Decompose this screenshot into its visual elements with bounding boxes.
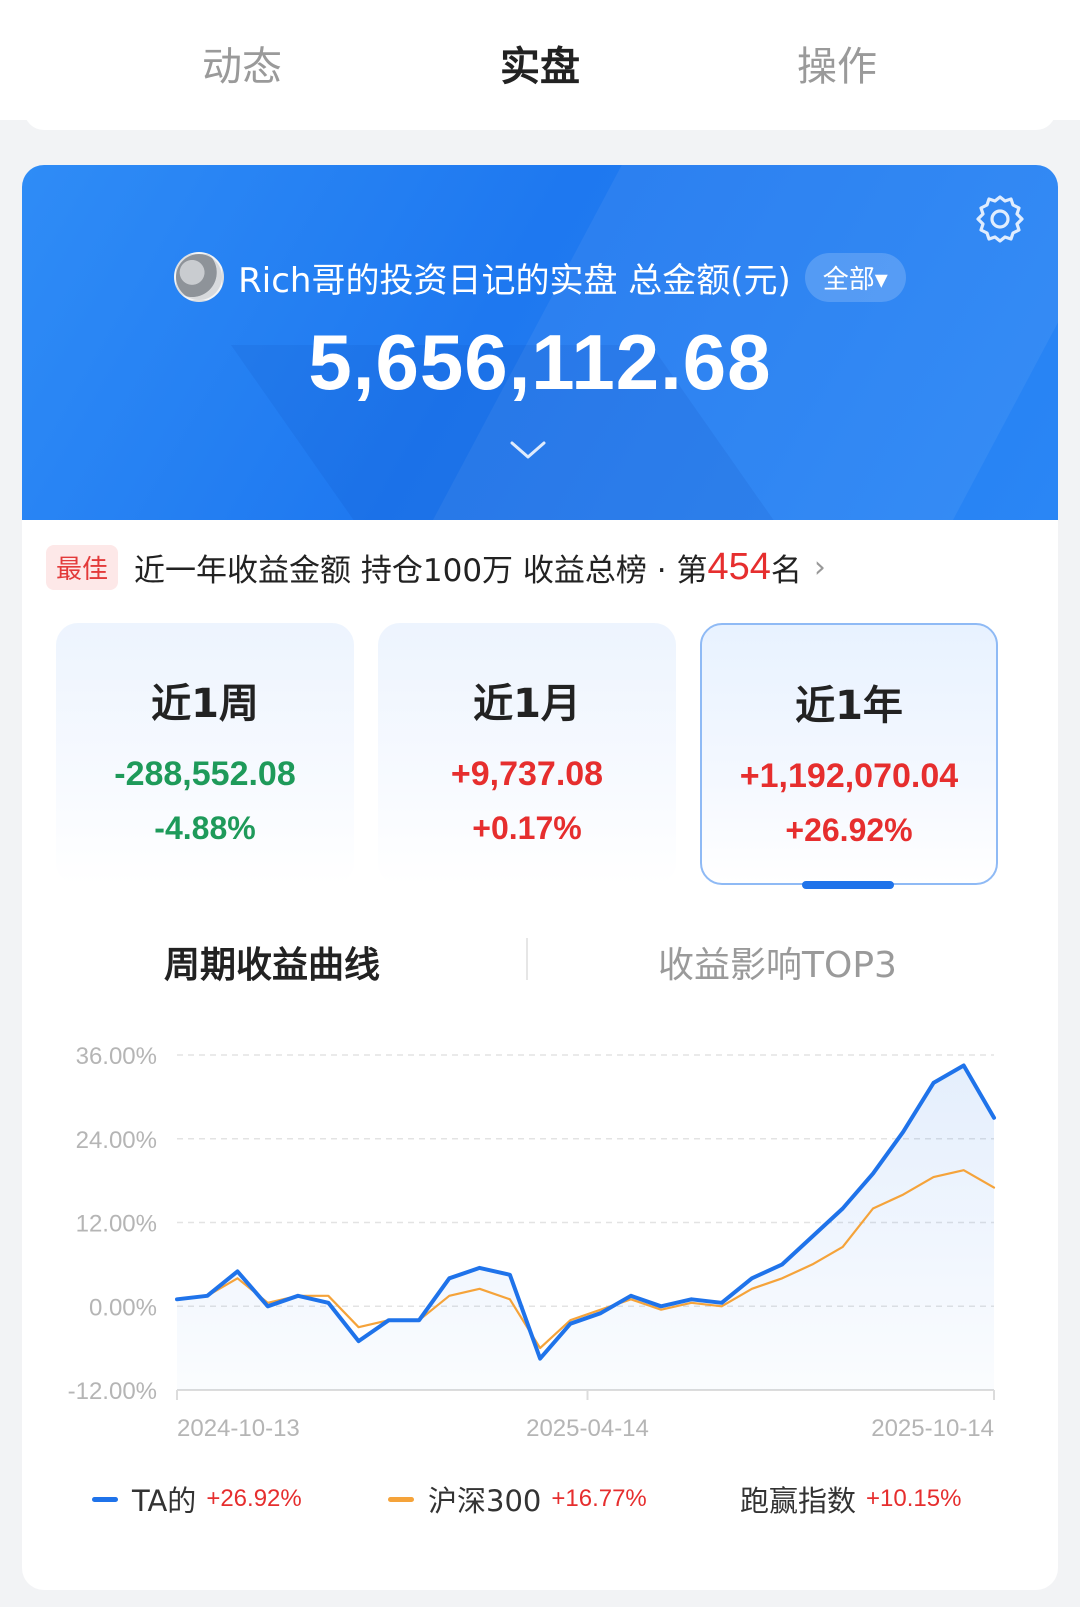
- chevron-down-icon[interactable]: [508, 437, 548, 463]
- y-tick-label: 12.00%: [76, 1211, 157, 1238]
- top-tab-bar: 动态 实盘 操作: [0, 0, 1080, 130]
- settings-gear-icon[interactable]: [974, 193, 1026, 245]
- y-tick-label: 36.00%: [76, 1043, 157, 1070]
- legend-item-excess: 跑赢指数 +10.15%: [740, 1478, 961, 1520]
- period-label: 近1周: [151, 681, 259, 727]
- period-amount: +9,737.08: [450, 755, 604, 793]
- hero-title-row: Rich哥的投资日记的实盘 总金额(元) 全部▾: [22, 250, 1058, 304]
- return-chart: 36.00% 24.00% 12.00% 0.00% -12.00% 2024-10-13…: [22, 1025, 1058, 1445]
- tab-return-curve[interactable]: 周期收益曲线: [164, 936, 380, 988]
- legend-swatch: [92, 1496, 118, 1502]
- chart-tabs: 周期收益曲线 收益影响TOP3: [22, 930, 1058, 990]
- period-amount: +1,192,070.04: [739, 757, 959, 795]
- tab-portfolio[interactable]: 实盘: [440, 34, 640, 92]
- total-amount: 5,656,112.68: [308, 318, 772, 406]
- tab-divider: [526, 938, 528, 980]
- tab-operations[interactable]: 操作: [737, 34, 937, 92]
- legend-label: 跑赢指数: [740, 1484, 857, 1518]
- legend-swatch: [388, 1496, 414, 1502]
- tab-dynamics[interactable]: 动态: [142, 34, 342, 92]
- avatar[interactable]: [174, 252, 225, 302]
- period-card-month[interactable]: 近1月 +9,737.08 +0.17%: [378, 623, 676, 885]
- selected-period-indicator: [802, 881, 894, 889]
- y-tick-label: -12.00%: [68, 1378, 157, 1405]
- best-badge: 最佳: [46, 544, 119, 590]
- period-percent: -4.88%: [154, 810, 256, 846]
- portfolio-card: Rich哥的投资日记的实盘 总金额(元) 全部▾ 5,656,112.68 最佳…: [22, 165, 1058, 1590]
- ranking-number: 454: [707, 545, 771, 588]
- chart-legend: TA的 +26.92% 沪深300 +16.77% 跑赢指数 +10.15%: [22, 1470, 1058, 1520]
- series-area-fill: [177, 1065, 994, 1390]
- period-card-year[interactable]: 近1年 +1,192,070.04 +26.92%: [700, 623, 998, 885]
- ranking-suffix: 名: [770, 552, 802, 589]
- legend-label: TA的: [132, 1484, 197, 1518]
- y-tick-label: 24.00%: [76, 1127, 157, 1154]
- legend-item-mine: TA的 +26.92%: [92, 1478, 302, 1520]
- legend-value: +26.92%: [206, 1485, 302, 1512]
- period-percent: +26.92%: [785, 812, 913, 848]
- period-card-week[interactable]: 近1周 -288,552.08 -4.88%: [56, 623, 354, 885]
- legend-label: 沪深300: [428, 1484, 542, 1518]
- period-label: 近1年: [795, 683, 903, 729]
- scope-dropdown[interactable]: 全部▾: [804, 252, 906, 302]
- ranking-row[interactable]: 最佳 近一年收益金额 持仓100万 收益总榜 · 第 454 名 ›: [46, 543, 826, 591]
- tab-bar-edge: [24, 110, 1056, 130]
- x-tick-label: 2025-04-14: [526, 1415, 649, 1442]
- period-label: 近1月: [473, 681, 581, 727]
- legend-value: +16.77%: [551, 1485, 647, 1512]
- x-tick-label: 2024-10-13: [177, 1415, 300, 1442]
- portfolio-hero: Rich哥的投资日记的实盘 总金额(元) 全部▾ 5,656,112.68: [22, 165, 1058, 520]
- legend-item-csi300: 沪深300 +16.77%: [388, 1478, 647, 1520]
- legend-value: +10.15%: [866, 1485, 962, 1512]
- y-tick-label: 0.00%: [89, 1294, 157, 1321]
- tab-top3-impact[interactable]: 收益影响TOP3: [658, 936, 897, 988]
- return-chart-svg: 36.00% 24.00% 12.00% 0.00% -12.00% 2024-10-13…: [68, 1043, 996, 1442]
- portfolio-title: Rich哥的投资日记的实盘 总金额(元): [238, 260, 791, 301]
- period-amount: -288,552.08: [114, 755, 296, 793]
- chevron-right-icon: ›: [813, 549, 826, 585]
- period-percent: +0.17%: [472, 810, 582, 846]
- x-tick-label: 2025-10-14: [871, 1415, 994, 1442]
- ranking-text: 近一年收益金额 持仓100万 收益总榜 · 第: [134, 552, 708, 589]
